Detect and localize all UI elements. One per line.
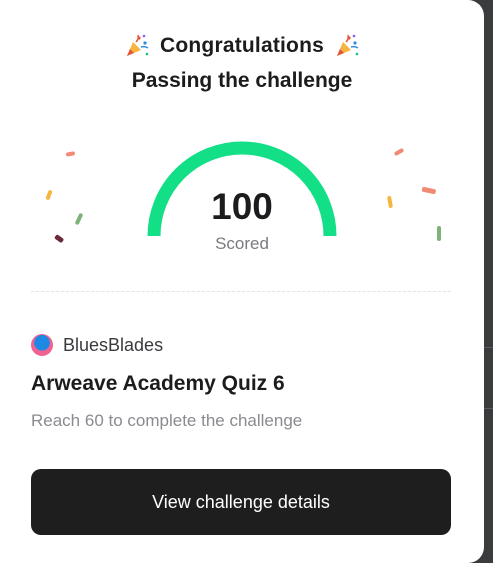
score-label: Scored (215, 234, 269, 253)
confetti (45, 190, 53, 200)
confetti (437, 226, 441, 241)
creator-info: BluesBlades (31, 333, 163, 357)
confetti (394, 148, 404, 156)
challenge-requirement: Reach 60 to complete the challenge (31, 411, 303, 430)
confetti (387, 196, 393, 208)
score-gauge (45, 141, 441, 243)
background-divider (484, 408, 493, 409)
score-value: 100 (211, 186, 273, 227)
creator-avatar (31, 334, 53, 356)
challenge-result-dialog: Congratulations Passing the challenge 10… (0, 0, 484, 563)
creator-name: BluesBlades (63, 334, 164, 355)
confetti (54, 234, 64, 243)
confetti (421, 186, 436, 195)
view-challenge-details-button[interactable]: View challenge details (31, 469, 451, 535)
confetti (75, 213, 83, 225)
challenge-title: Arweave Academy Quiz 6 (31, 372, 285, 395)
confetti (66, 151, 75, 157)
background-divider (484, 347, 493, 348)
section-divider (31, 291, 451, 292)
